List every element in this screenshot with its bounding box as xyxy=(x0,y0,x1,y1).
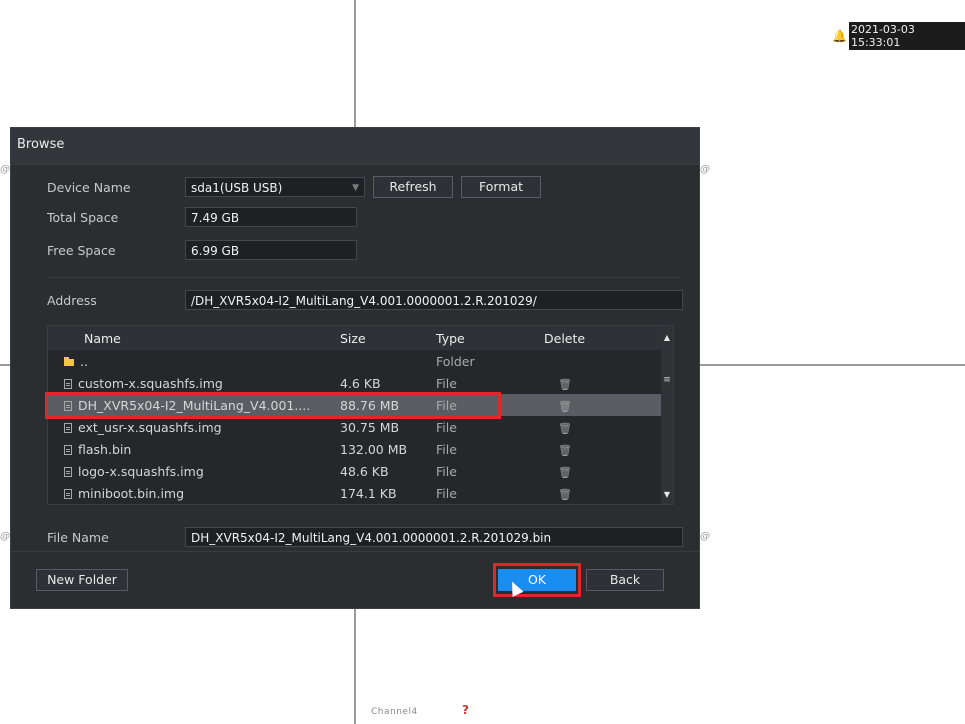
channel-edge-icon: @ xyxy=(700,164,710,175)
refresh-button[interactable]: Refresh xyxy=(373,176,453,198)
file-name-label: File Name xyxy=(47,529,109,545)
alarm-bell-icon: 🔔 xyxy=(832,29,847,43)
trash-icon[interactable]: 🗑 xyxy=(558,400,572,413)
free-space-label: Free Space xyxy=(47,242,116,258)
table-row[interactable]: flash.bin 132.00 MB File 🗑 xyxy=(48,438,673,460)
header-size: Size xyxy=(340,330,366,346)
file-size: 30.75 MB xyxy=(340,419,400,435)
file-name: ext_usr-x.squashfs.img xyxy=(78,419,222,435)
table-row[interactable]: .. Folder xyxy=(48,350,673,372)
device-name-label: Device Name xyxy=(47,179,131,195)
header-type: Type xyxy=(436,330,465,346)
device-name-value: sda1(USB USB) xyxy=(191,181,283,195)
file-name: .. xyxy=(80,353,88,369)
table-row[interactable]: ext_usr-x.squashfs.img 30.75 MB File 🗑 xyxy=(48,416,673,438)
scroll-down-icon[interactable]: ▼ xyxy=(661,488,673,502)
file-size: 174.1 KB xyxy=(340,485,397,501)
file-type: File xyxy=(436,375,457,391)
back-button[interactable]: Back xyxy=(586,569,664,591)
channel-label: Channel4 xyxy=(371,707,418,717)
file-type: Folder xyxy=(436,353,475,369)
file-icon xyxy=(64,466,72,477)
trash-icon[interactable]: 🗑 xyxy=(558,444,572,457)
file-size: 132.00 MB xyxy=(340,441,408,457)
total-space-label: Total Space xyxy=(47,209,119,225)
file-icon xyxy=(64,400,72,411)
file-type: File xyxy=(436,463,457,479)
total-space-row: Total Space 7.49 GB xyxy=(47,207,357,227)
address-row: Address /DH_XVR5x04-I2_MultiLang_V4.001.… xyxy=(47,290,683,310)
file-icon xyxy=(64,444,72,455)
browse-dialog: Browse Device Name sda1(USB USB) ▼ Refre… xyxy=(10,127,700,609)
channel-edge-icon: @ xyxy=(700,531,710,542)
folder-icon xyxy=(64,356,74,366)
file-type: File xyxy=(436,397,457,413)
free-space-row: Free Space 6.99 GB xyxy=(47,240,357,260)
file-size: 88.76 MB xyxy=(340,397,400,413)
device-name-row: Device Name sda1(USB USB) ▼ Refresh Form… xyxy=(47,176,541,198)
file-type: File xyxy=(436,419,457,435)
new-folder-button[interactable]: New Folder xyxy=(36,569,128,591)
file-icon xyxy=(64,488,72,499)
table-scrollbar[interactable]: ▲ ≡ ▼ xyxy=(661,326,673,504)
format-button[interactable]: Format xyxy=(461,176,541,198)
file-size: 4.6 KB xyxy=(340,375,381,391)
file-name: flash.bin xyxy=(78,441,132,457)
free-space-value: 6.99 GB xyxy=(185,240,357,260)
address-label: Address xyxy=(47,292,97,308)
channel-edge-icon: @ xyxy=(0,531,10,542)
divider xyxy=(47,277,683,278)
trash-icon[interactable]: 🗑 xyxy=(558,378,572,391)
table-row[interactable]: custom-x.squashfs.img 4.6 KB File 🗑 xyxy=(48,372,673,394)
table-row[interactable]: miniboot.bin.img 174.1 KB File 🗑 xyxy=(48,482,673,504)
header-name: Name xyxy=(84,330,121,346)
table-row[interactable]: logo-x.squashfs.img 48.6 KB File 🗑 xyxy=(48,460,673,482)
file-type: File xyxy=(436,485,457,501)
channel-edge-icon: @ xyxy=(0,164,10,175)
trash-icon[interactable]: 🗑 xyxy=(558,466,572,479)
file-name: custom-x.squashfs.img xyxy=(78,375,223,391)
table-row-selected[interactable]: DH_XVR5x04-I2_MultiLang_V4.001.... 88.76… xyxy=(48,394,673,416)
file-name: logo-x.squashfs.img xyxy=(78,463,204,479)
trash-icon[interactable]: 🗑 xyxy=(558,422,572,435)
header-delete: Delete xyxy=(544,330,586,346)
dialog-title: Browse xyxy=(11,128,699,165)
total-space-value: 7.49 GB xyxy=(185,207,357,227)
file-name-field[interactable]: DH_XVR5x04-I2_MultiLang_V4.001.0000001.2… xyxy=(185,527,683,547)
dialog-footer: New Folder OK Back xyxy=(11,551,699,608)
file-size: 48.6 KB xyxy=(340,463,389,479)
file-table: Name Size Type Delete .. Folder custom-x… xyxy=(47,325,674,505)
scroll-up-icon[interactable]: ▲ xyxy=(661,331,673,345)
datetime-overlay: 🔔 2021-03-03 15:33:01 xyxy=(832,22,965,50)
file-icon xyxy=(64,378,72,389)
scroll-thumb[interactable]: ≡ xyxy=(663,372,671,388)
question-mark-icon: ? xyxy=(462,703,469,717)
datetime-text: 2021-03-03 15:33:01 xyxy=(848,22,965,50)
address-field[interactable]: /DH_XVR5x04-I2_MultiLang_V4.001.0000001.… xyxy=(185,290,683,310)
file-type: File xyxy=(436,441,457,457)
trash-icon[interactable]: 🗑 xyxy=(558,488,572,501)
table-header: Name Size Type Delete xyxy=(48,326,673,350)
device-name-select[interactable]: sda1(USB USB) ▼ xyxy=(185,177,365,197)
file-name: miniboot.bin.img xyxy=(78,485,185,501)
file-name-row: File Name DH_XVR5x04-I2_MultiLang_V4.001… xyxy=(47,527,683,547)
chevron-down-icon: ▼ xyxy=(352,183,359,193)
file-name: DH_XVR5x04-I2_MultiLang_V4.001.... xyxy=(78,397,311,413)
file-icon xyxy=(64,422,72,433)
